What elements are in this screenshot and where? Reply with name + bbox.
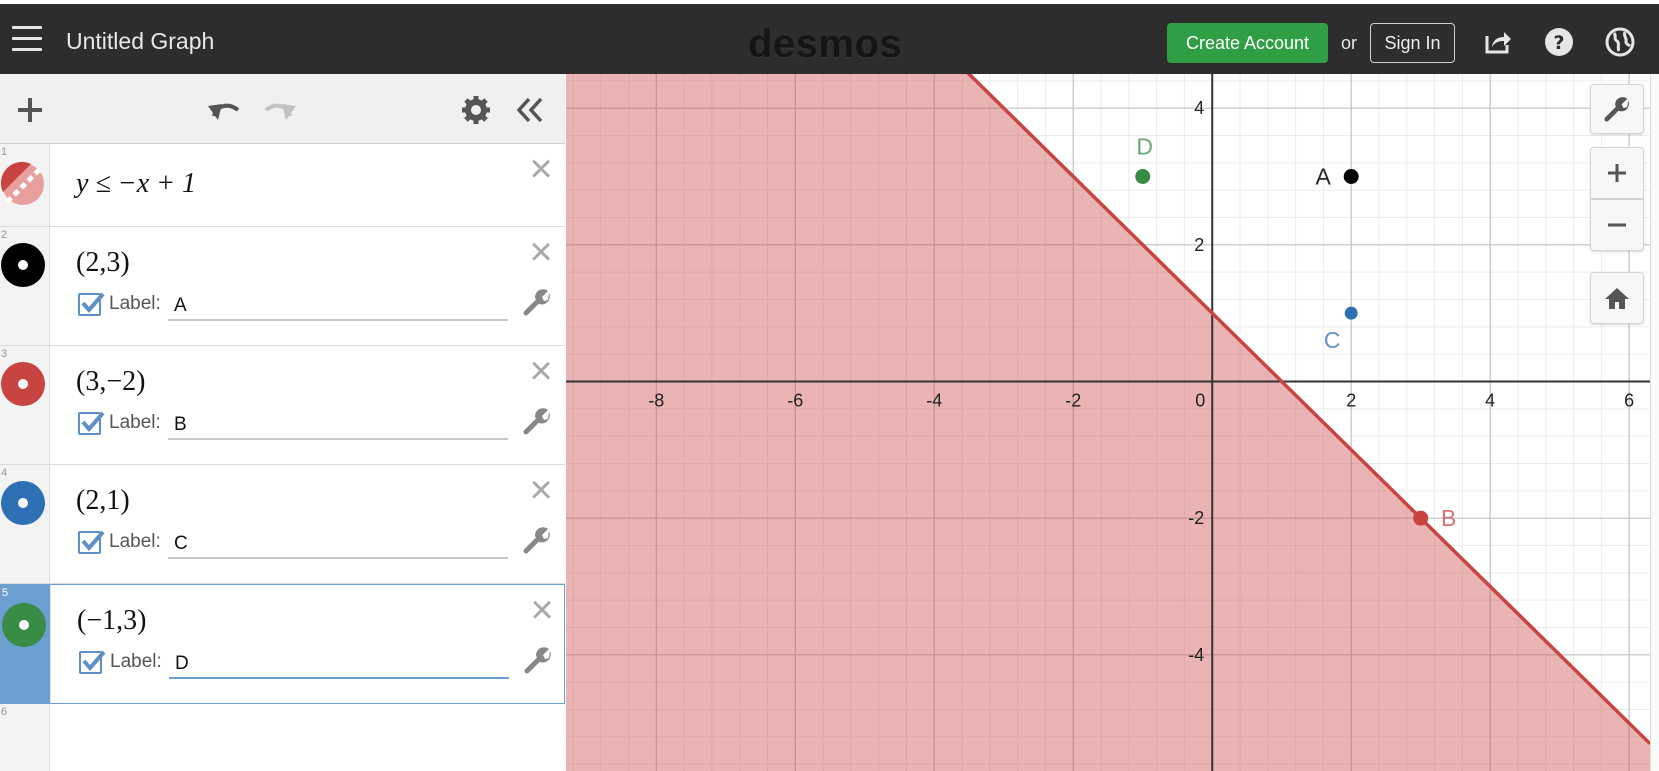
delete-expression-icon[interactable]: × [526,470,556,510]
expression-index: 1 [1,146,8,158]
label-toggle[interactable]: Label: [79,647,162,677]
wrench-icon[interactable] [523,645,555,677]
expression-panel: 1 y ≤ −x + 1 × 2 (2,3) × Label: A 3 (3,−… [0,74,565,771]
expression-row-inequality[interactable]: 1 y ≤ −x + 1 × [0,144,565,227]
create-account-button[interactable]: Create Account [1167,23,1328,63]
label-checkbox[interactable] [79,650,106,674]
graph-canvas[interactable]: -8 -6 -4 -2 0 2 4 6 4 2 -2 -4 A B C D [566,74,1650,771]
window-edge [1650,74,1659,771]
label-toggle[interactable]: Label: [78,527,161,557]
zoom-out-icon[interactable] [1590,199,1644,251]
expression-index: 2 [1,229,8,241]
y-tick-label: 2 [1194,235,1204,255]
point-color-icon[interactable] [1,243,45,287]
wrench-icon[interactable] [522,406,554,438]
delete-expression-icon[interactable]: × [526,232,556,272]
menu-icon[interactable] [12,26,42,52]
point-label-c: C [1324,327,1341,353]
label-caption: Label: [109,412,161,433]
graph-settings-wrench-icon[interactable] [1590,84,1644,134]
point-a [1343,169,1359,184]
expression-index: 3 [1,348,8,360]
point-d [1135,169,1151,184]
sign-in-button[interactable]: Sign In [1370,23,1455,63]
label-checkbox[interactable] [78,530,105,554]
y-tick-label: -4 [1188,645,1204,665]
expression-math[interactable]: y ≤ −x + 1 [76,168,196,200]
expression-index: 6 [1,706,8,718]
expression-math[interactable]: (2,1) [76,485,130,517]
point-color-icon[interactable] [1,481,45,525]
redo-icon[interactable] [262,92,298,128]
label-caption: Label: [109,531,161,552]
wrench-icon[interactable] [522,525,554,557]
point-color-icon[interactable] [2,603,46,647]
collapse-panel-icon[interactable] [512,92,548,128]
expression-math[interactable]: (−1,3) [77,605,146,637]
delete-expression-icon[interactable]: × [526,149,556,189]
expression-math[interactable]: (2,3) [76,247,130,279]
top-bar: Untitled Graph desmos Create Account or … [0,0,1659,74]
x-tick-label: 2 [1346,391,1356,411]
add-item-button[interactable] [12,92,48,128]
share-icon[interactable] [1482,26,1514,58]
label-input[interactable]: A [168,291,508,321]
point-label-a: A [1316,164,1332,190]
y-tick-label: 4 [1194,98,1204,118]
expression-row-empty[interactable]: 6 [0,704,565,771]
inequality-color-icon[interactable] [0,161,45,206]
help-icon[interactable]: ? [1543,26,1575,58]
graph-title[interactable]: Untitled Graph [66,28,214,55]
x-tick-label: -8 [648,391,664,411]
label-input[interactable]: D [169,649,509,679]
point-c [1344,306,1358,320]
expression-row-point-b[interactable]: 3 (3,−2) × Label: B [0,346,565,465]
zoom-in-icon[interactable] [1590,147,1644,199]
label-input[interactable]: B [168,410,508,440]
point-label-b: B [1441,505,1456,531]
x-tick-label: 4 [1485,391,1495,411]
or-text: or [1341,33,1358,53]
point-color-icon[interactable] [1,362,45,406]
label-checkbox[interactable] [78,292,105,316]
delete-expression-icon[interactable]: × [526,351,556,391]
y-tick-label: -2 [1188,508,1204,528]
x-tick-label: 6 [1624,391,1634,411]
inequality-shaded-region [566,74,1650,771]
expression-row-point-c[interactable]: 4 (2,1) × Label: C [0,465,565,584]
settings-gear-icon[interactable] [458,92,494,128]
graph-paper[interactable]: -8 -6 -4 -2 0 2 4 6 4 2 -2 -4 A B C D [566,74,1650,771]
expression-math[interactable]: (3,−2) [76,366,145,398]
point-label-d: D [1136,134,1153,160]
undo-icon[interactable] [206,92,242,128]
expression-index: 5 [2,587,9,599]
expression-row-point-d[interactable]: 5 (−1,3) × Label: D [0,584,565,704]
label-caption: Label: [109,293,161,314]
x-tick-label: 0 [1195,391,1205,411]
x-tick-label: -2 [1065,391,1081,411]
label-input[interactable]: C [168,529,508,559]
x-tick-label: -6 [787,391,803,411]
wrench-icon[interactable] [522,287,554,319]
default-viewport-home-icon[interactable] [1590,272,1644,324]
delete-expression-icon[interactable]: × [527,590,557,630]
x-tick-label: -4 [926,391,942,411]
label-checkbox[interactable] [78,411,105,435]
expression-row-point-a[interactable]: 2 (2,3) × Label: A [0,227,565,346]
expression-toolbar [0,74,565,144]
expression-gutter: 6 [0,704,50,771]
expression-index: 4 [1,467,8,479]
label-toggle[interactable]: Label: [78,408,161,438]
point-b [1413,510,1429,526]
svg-text:?: ? [1553,32,1564,54]
language-globe-icon[interactable] [1604,26,1636,58]
label-caption: Label: [110,651,162,672]
desmos-logo: desmos [748,22,903,66]
label-toggle[interactable]: Label: [78,289,161,319]
